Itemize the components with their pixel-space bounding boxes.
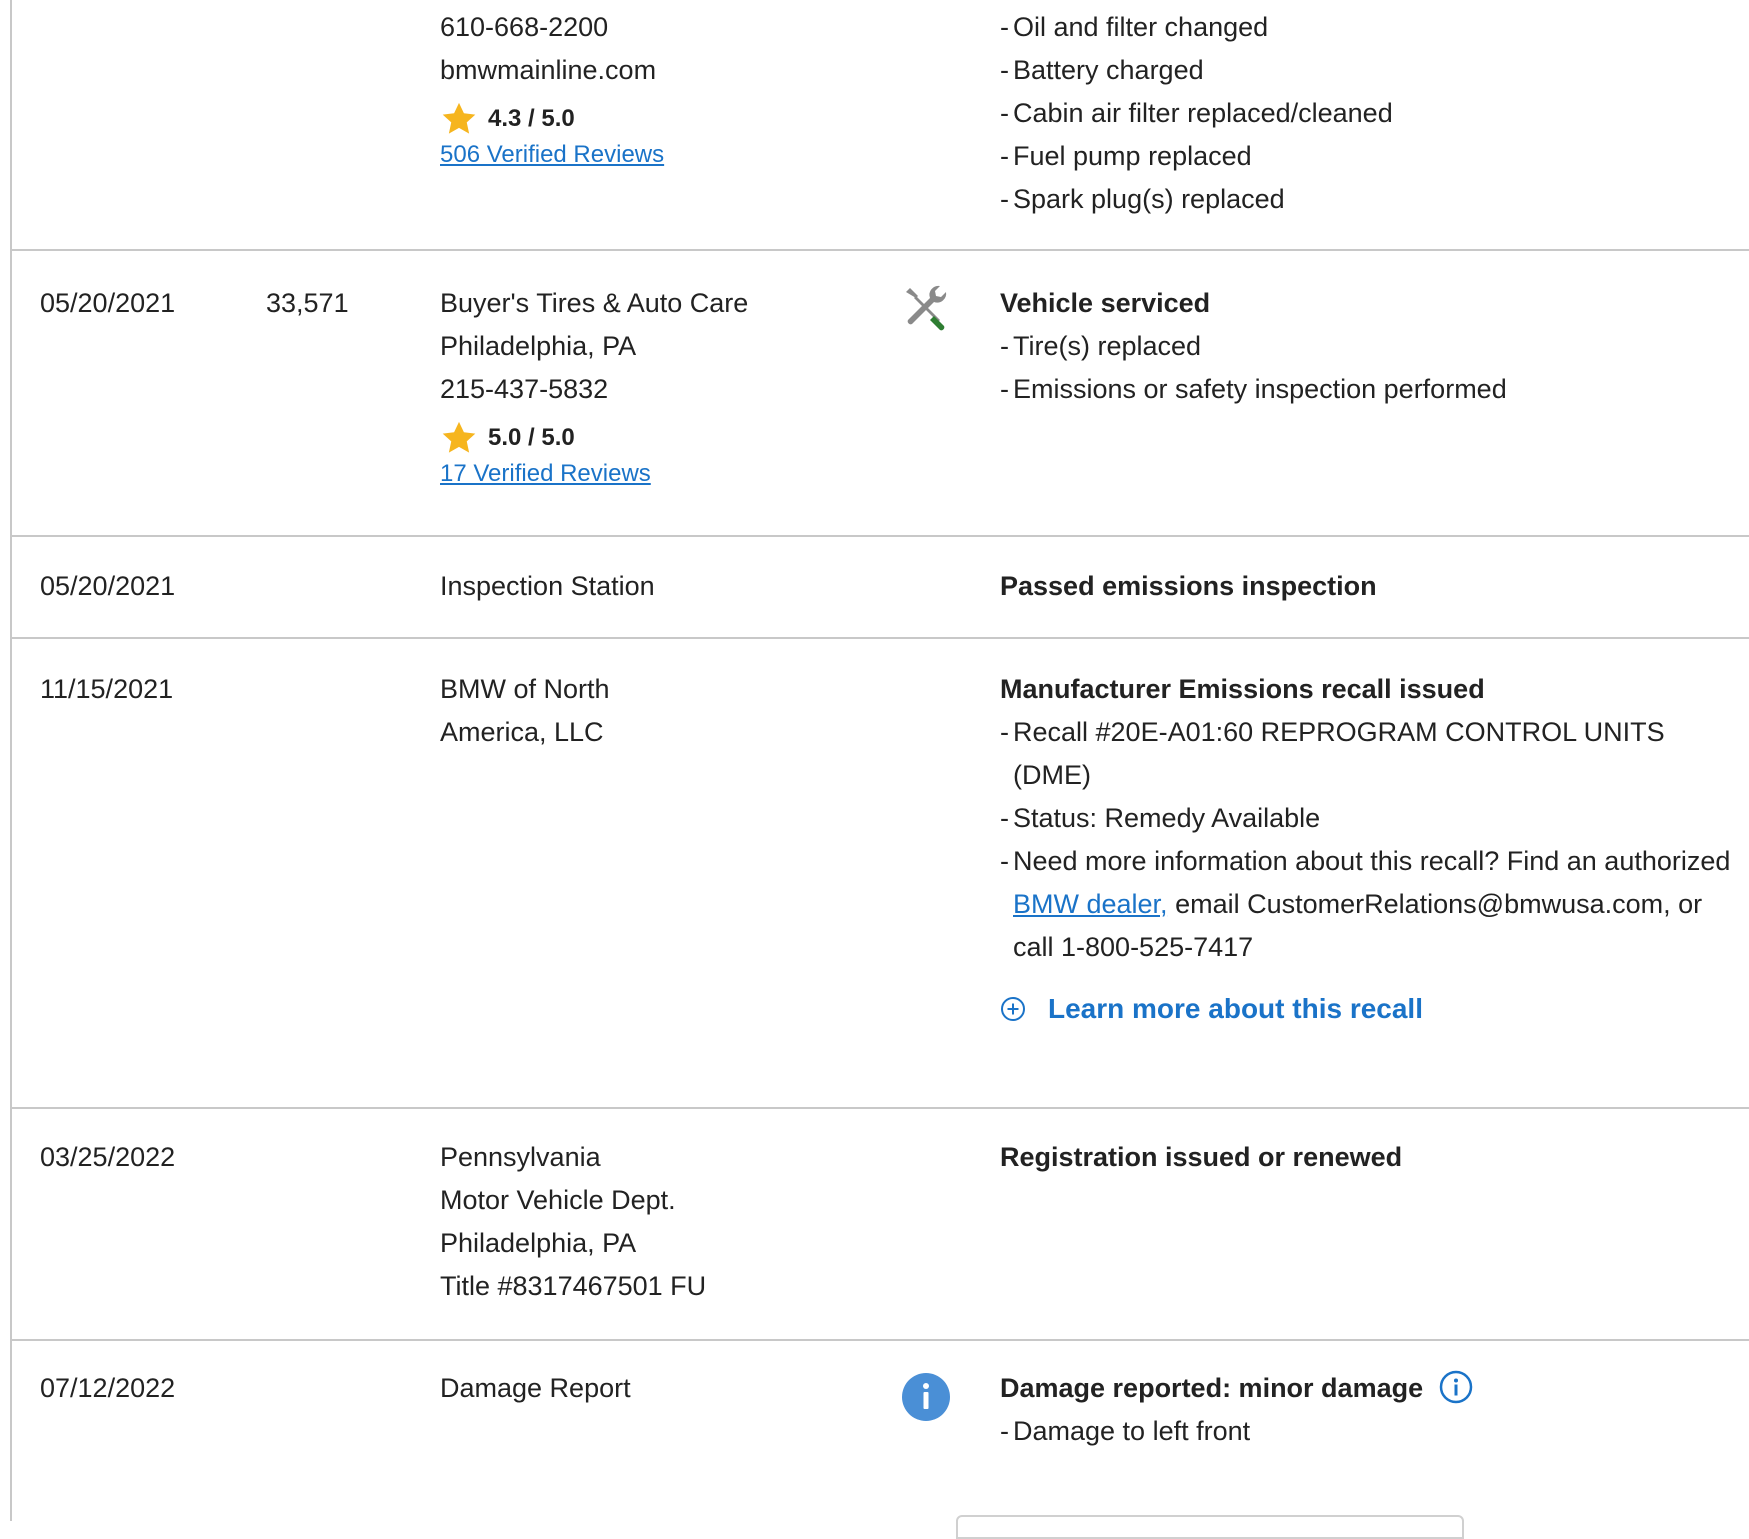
wrench-screwdriver-icon (906, 285, 947, 331)
source-phone: 215-437-5832 (440, 374, 609, 404)
verified-reviews-link[interactable]: 17 Verified Reviews (440, 455, 900, 493)
row-mileage (266, 668, 440, 1107)
detail-title: Registration issued or renewed (1000, 1142, 1403, 1172)
detail-title: Vehicle serviced (1000, 288, 1211, 318)
row-icon-cell (900, 668, 1000, 1107)
row-details: Vehicle serviced - Tire(s) replaced - Emis… (1000, 282, 1749, 535)
vehicle-history-table: 610-668-2200 bmwmainline.com 4.3 / 5.0 5… (10, 0, 1749, 1539)
partial-card-edge (956, 1515, 1464, 1539)
source-state: Pennsylvania (440, 1142, 601, 1172)
detail-title: Damage reported: minor damage (1000, 1367, 1731, 1410)
history-row: 05/20/2021 33,571 Buyer's Tires & Auto C… (12, 251, 1749, 537)
rating-value: 5.0 / 5.0 (488, 424, 575, 451)
row-details: - Oil and filter changed - Battery charged… (1000, 0, 1749, 249)
history-row: 07/12/2022 Damage Report Damage reported… (12, 1341, 1749, 1519)
source-phone: 610-668-2200 (440, 12, 609, 42)
learn-more-recall-button[interactable]: Learn more about this recall (1000, 987, 1731, 1030)
source-name-line-2: America, LLC (440, 717, 604, 747)
rating-value: 4.3 / 5.0 (488, 105, 575, 132)
row-icon-cell (900, 0, 1000, 249)
row-mileage (266, 565, 440, 637)
row-source: BMW of North America, LLC (440, 668, 900, 1107)
row-date (12, 0, 266, 249)
source-rating: 4.3 / 5.0 (440, 102, 900, 136)
detail-bullet: - Fuel pump replaced (1000, 141, 1252, 171)
row-details: Registration issued or renewed (1000, 1136, 1749, 1339)
verified-reviews-link[interactable]: 506 Verified Reviews (440, 136, 900, 174)
row-source: Inspection Station (440, 565, 900, 637)
detail-bullet: - Recall #20E-A01:60 REPROGRAM CONTROL UN… (1000, 717, 1665, 790)
row-source: Buyer's Tires & Auto Care Philadelphia, … (440, 282, 900, 535)
row-mileage (266, 0, 440, 249)
source-agency: Motor Vehicle Dept. (440, 1185, 676, 1215)
source-name: Inspection Station (440, 571, 655, 601)
history-row: 11/15/2021 BMW of North America, LLC Man… (12, 639, 1749, 1109)
row-details: Damage reported: minor damage - Damage to… (1000, 1367, 1749, 1519)
detail-bullet: - Damage to left front (1000, 1416, 1251, 1446)
source-website: bmwmainline.com (440, 55, 657, 85)
source-location: Philadelphia, PA (440, 331, 637, 361)
row-mileage: 33,571 (266, 288, 349, 318)
row-details: Manufacturer Emissions recall issued - Re… (1000, 668, 1749, 1107)
source-name: Damage Report (440, 1373, 631, 1403)
row-mileage (266, 1367, 440, 1519)
row-icon-cell (900, 282, 1000, 535)
row-date: 03/25/2022 (40, 1142, 176, 1172)
star-icon (442, 102, 476, 134)
row-source: Pennsylvania Motor Vehicle Dept. Philade… (440, 1136, 900, 1339)
detail-bullet: - Spark plug(s) replaced (1000, 184, 1285, 214)
row-date: 05/20/2021 (40, 288, 176, 318)
detail-bullet: - Emissions or safety inspection performe… (1000, 374, 1507, 404)
learn-more-label: Learn more about this recall (1048, 993, 1423, 1024)
recall-info-prefix: Need more information about this recall?… (1013, 846, 1731, 876)
bmw-dealer-link[interactable]: BMW dealer, (1013, 889, 1168, 919)
history-row: 05/20/2021 Inspection Station Passed emi… (12, 537, 1749, 639)
detail-bullet: - Cabin air filter replaced/cleaned (1000, 98, 1393, 128)
source-name: Buyer's Tires & Auto Care (440, 288, 749, 318)
detail-bullet: - Battery charged (1000, 55, 1204, 85)
row-source: 610-668-2200 bmwmainline.com 4.3 / 5.0 5… (440, 0, 900, 249)
detail-bullet: - Oil and filter changed (1000, 12, 1269, 42)
row-date: 07/12/2022 (40, 1373, 176, 1403)
history-row: 03/25/2022 Pennsylvania Motor Vehicle De… (12, 1109, 1749, 1341)
history-row: 610-668-2200 bmwmainline.com 4.3 / 5.0 5… (12, 0, 1749, 251)
row-icon-cell (900, 565, 1000, 637)
row-source: Damage Report (440, 1367, 900, 1519)
row-date: 05/20/2021 (40, 571, 176, 601)
source-rating: 5.0 / 5.0 (440, 421, 900, 455)
row-icon-cell (900, 1367, 1000, 1519)
row-icon-cell (900, 1136, 1000, 1339)
row-details: Passed emissions inspection (1000, 565, 1749, 637)
detail-bullet: - Status: Remedy Available (1000, 803, 1321, 833)
plus-circle-icon (1001, 996, 1025, 1021)
recall-info-bullet: - Need more information about this recal… (1000, 846, 1731, 962)
detail-title: Manufacturer Emissions recall issued (1000, 674, 1485, 704)
row-mileage (266, 1136, 440, 1339)
info-outline-icon[interactable] (1439, 1370, 1473, 1404)
source-location: Philadelphia, PA (440, 1228, 637, 1258)
detail-bullet: - Tire(s) replaced (1000, 331, 1202, 361)
row-date: 11/15/2021 (40, 674, 174, 704)
source-name-line-1: BMW of North (440, 674, 610, 704)
detail-title: Passed emissions inspection (1000, 571, 1377, 601)
star-icon (442, 421, 476, 453)
source-title-number: Title #8317467501 FU (440, 1271, 707, 1301)
info-icon (902, 1373, 950, 1421)
